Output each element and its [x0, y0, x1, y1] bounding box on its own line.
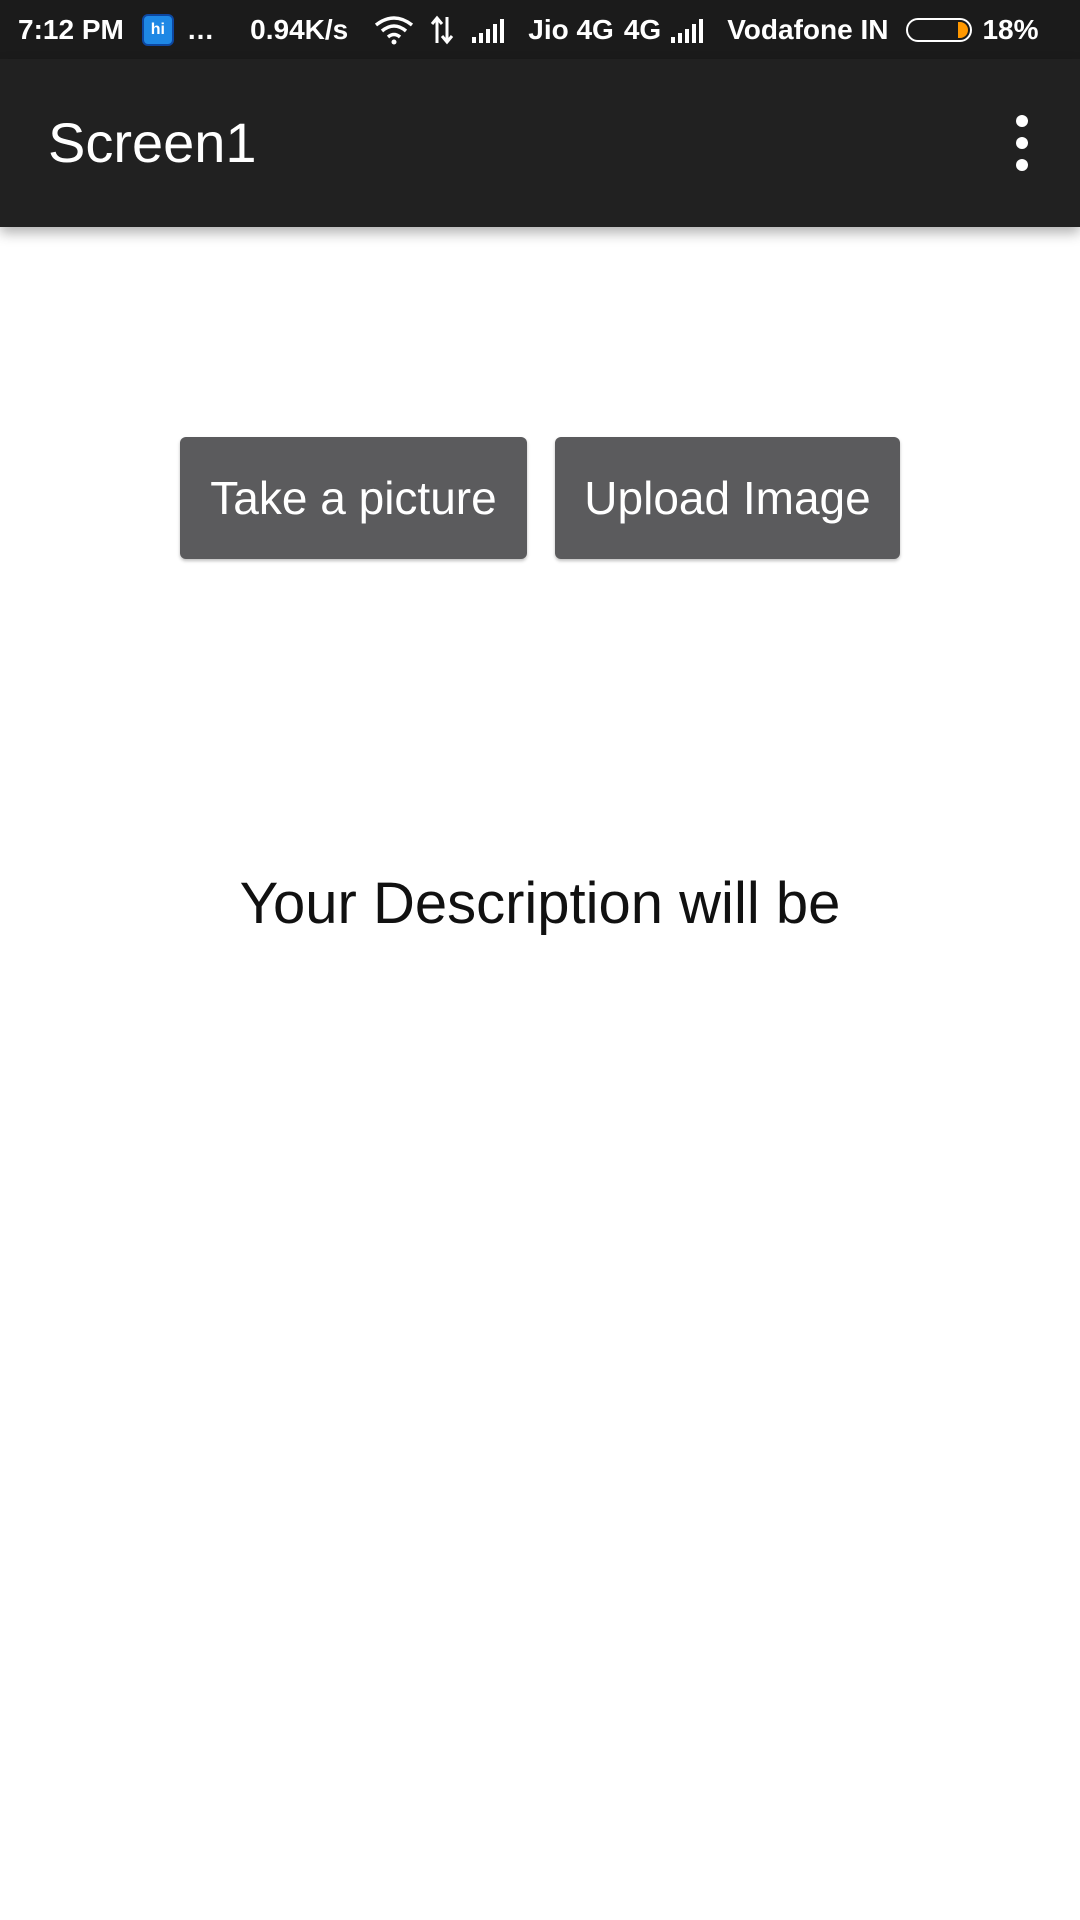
wifi-icon [374, 15, 414, 45]
battery-level-fill [958, 21, 969, 38]
carrier-1: Jio 4G [528, 13, 614, 45]
network-speed: 0.94K/s [250, 13, 349, 45]
take-picture-button[interactable]: Take a picture [180, 437, 527, 559]
hi-app-icon: hi [141, 13, 174, 46]
app-bar: Screen1 [0, 59, 1080, 227]
more-vert-icon[interactable] [1000, 115, 1044, 171]
description-label: Your Description will be [239, 871, 841, 936]
network-type: 4G [623, 13, 662, 45]
carrier-2: Vodafone IN [727, 13, 889, 45]
upload-image-button[interactable]: Upload Image [555, 437, 900, 559]
screen: 7:12 PM hi ... 0.94K/s Jio 4G 4G Vodafon… [0, 0, 1080, 1920]
more-notifications-icon: ... [187, 13, 215, 45]
battery-percent: 18% [982, 13, 1039, 45]
page-title: Screen1 [48, 111, 257, 174]
data-transfer-icon [430, 15, 454, 45]
signal-icon-1 [470, 17, 510, 43]
status-time: 7:12 PM [18, 13, 124, 45]
battery-icon [906, 17, 973, 42]
status-bar: 7:12 PM hi ... 0.94K/s Jio 4G 4G Vodafon… [0, 0, 1080, 59]
signal-icon-2 [669, 17, 709, 43]
